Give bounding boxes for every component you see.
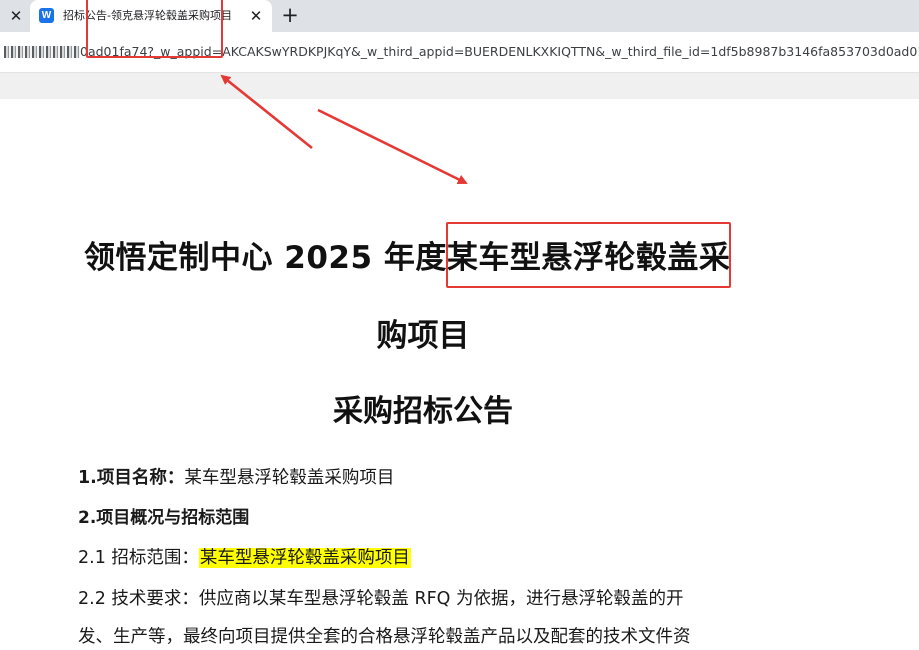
annotation-box-doc-title xyxy=(446,222,731,288)
doc-toolbar-strip xyxy=(0,73,919,99)
wps-doc-icon: W xyxy=(39,8,54,23)
doc-title-line-2: 购项目 xyxy=(376,318,470,354)
project-name-value: 某车型悬浮轮毂盖采购项目 xyxy=(184,468,395,488)
close-icon[interactable]: ✕ xyxy=(8,7,24,25)
highlighted-scope-value: 某车型悬浮轮毂盖采购项目 xyxy=(198,548,411,568)
paragraph-tech-requirements: 2.2 技术要求：供应商以某车型悬浮轮毂盖 RFQ 为依据，进行悬浮轮毂盖的开 xyxy=(78,589,684,609)
section-heading-overview: 2.项目概况与招标范围 xyxy=(78,508,250,528)
project-name-label: 1.项目名称： xyxy=(78,468,185,488)
redacted-url-prefix xyxy=(4,46,80,58)
paragraph-tech-requirements-cont: 发、生产等，最终向项目提供全套的合格悬浮轮毂盖产品以及配套的技术文件资 xyxy=(78,627,691,647)
paragraph-scope: 2.1 招标范围：某车型悬浮轮毂盖采购项目 xyxy=(78,545,411,571)
scope-label: 2.1 招标范围： xyxy=(78,548,199,568)
doc-subtitle: 采购招标公告 xyxy=(333,394,513,429)
new-tab-icon[interactable]: + xyxy=(280,4,300,26)
tab-close-icon[interactable]: ✕ xyxy=(248,7,264,25)
annotation-box-tab-title xyxy=(86,0,223,58)
paragraph-project-name: 1.项目名称：某车型悬浮轮毂盖采购项目 xyxy=(78,465,394,491)
